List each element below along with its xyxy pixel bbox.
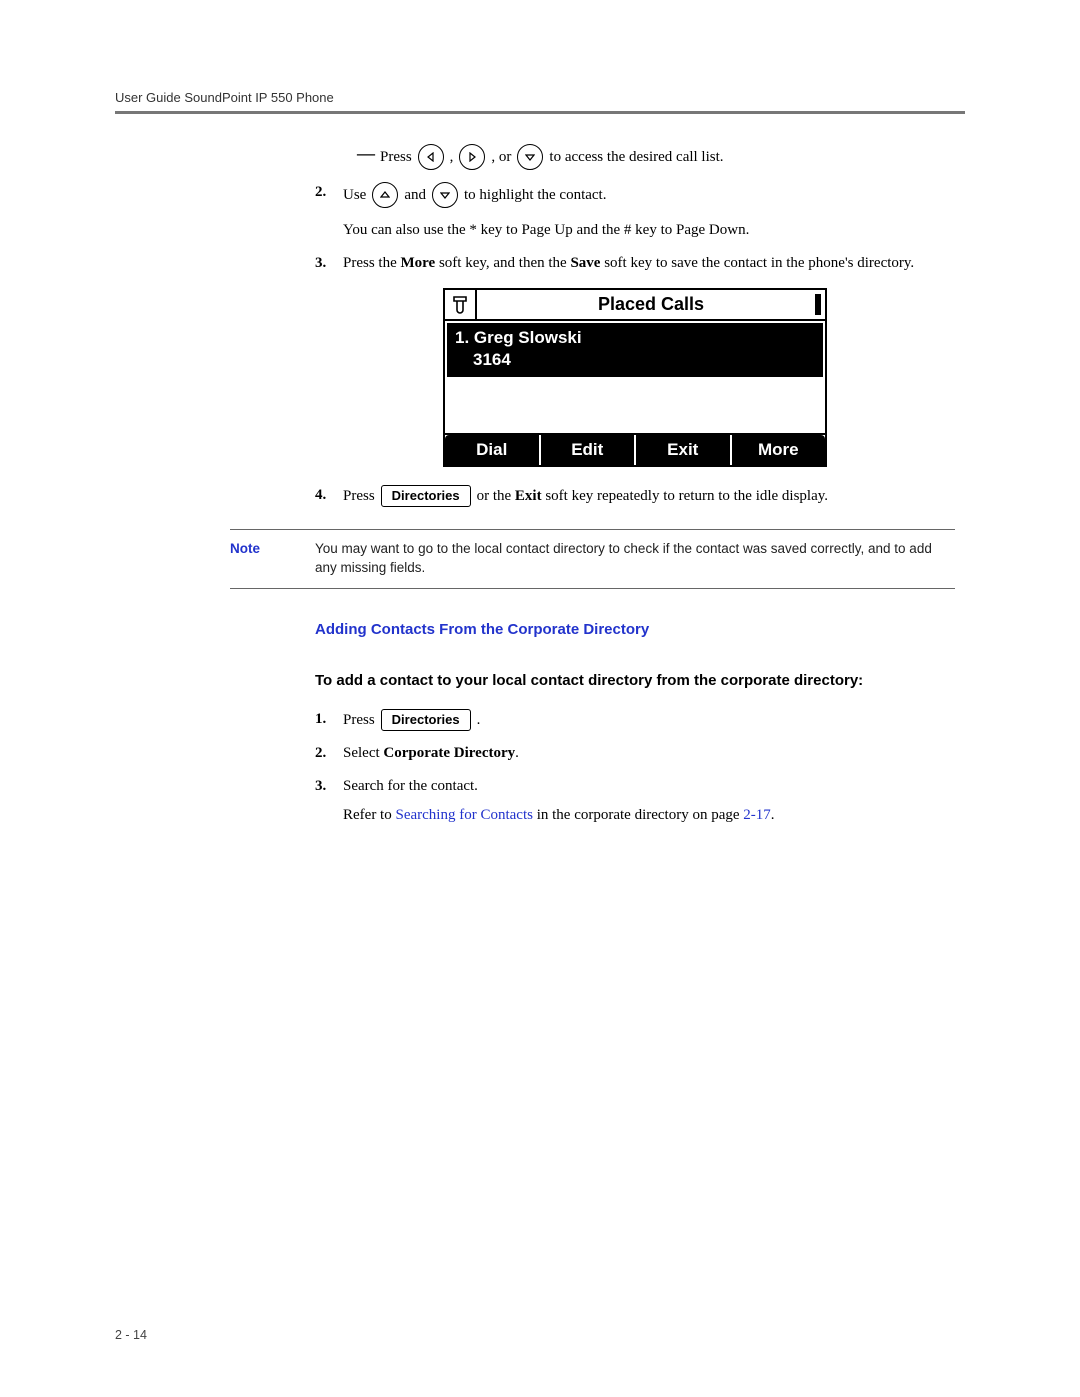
- text: Press: [380, 147, 412, 168]
- arrow-up-icon: [372, 182, 398, 208]
- header-rule: [115, 111, 965, 114]
- page-number: 2 - 14: [115, 1328, 147, 1342]
- step-number: 2.: [315, 182, 326, 203]
- note-block: Note You may want to go to the local con…: [230, 529, 955, 589]
- more-key: More: [401, 255, 436, 271]
- text: to access the desired call list.: [549, 147, 723, 168]
- text: Press: [343, 710, 375, 731]
- arrow-right-icon: [459, 144, 485, 170]
- text: , or: [491, 147, 511, 168]
- step-2: 2. Use and to highlight the contact.: [315, 182, 955, 208]
- step-number: 3.: [315, 253, 326, 274]
- step-number: 3.: [315, 776, 326, 797]
- phone-list-entry-selected: 1. Greg Slowski 3164: [447, 323, 823, 377]
- t: soft key, and then the: [435, 255, 570, 271]
- entry-name: 1. Greg Slowski: [455, 327, 815, 349]
- softkey-edit: Edit: [539, 435, 635, 465]
- t: or the: [477, 488, 515, 504]
- running-header: User Guide SoundPoint IP 550 Phone: [115, 90, 965, 105]
- t: soft key repeatedly to return to the idl…: [542, 488, 828, 504]
- directories-key: Directories: [381, 709, 471, 731]
- softkey-more: More: [730, 435, 826, 465]
- t: .: [515, 745, 519, 761]
- text: Use: [343, 185, 366, 206]
- page-ref[interactable]: 2-17: [743, 807, 771, 823]
- arrow-down-icon: [517, 144, 543, 170]
- phone-screen-body: 1. Greg Slowski 3164: [445, 321, 825, 433]
- t: .: [771, 807, 775, 823]
- page: User Guide SoundPoint IP 550 Phone — Pre…: [0, 0, 1080, 1397]
- ordered-steps-cont: 3. Press the More soft key, and then the…: [315, 253, 955, 274]
- subheading-adding-corporate: Adding Contacts From the Corporate Direc…: [315, 619, 955, 640]
- section2-steps: 1. Press Directories . 2. Select Corpora…: [315, 709, 955, 826]
- text: Search for the contact.: [343, 776, 955, 797]
- dash-bullet: —: [357, 146, 375, 160]
- step-3: 3. Press the More soft key, and then the…: [315, 253, 955, 274]
- text: to highlight the contact.: [464, 185, 606, 206]
- step-number: 1.: [315, 709, 326, 730]
- note-label: Note: [230, 540, 260, 559]
- ordered-steps-cont2: 4. Press Directories or the Exit soft ke…: [315, 485, 955, 507]
- main-content: — Press , , or to access the desired cal…: [315, 144, 955, 826]
- ordered-steps: 2. Use and to highlight the contact.: [315, 182, 955, 208]
- text: Press the More soft key, and then the Sa…: [343, 255, 914, 271]
- t: in the corporate directory on page: [533, 807, 743, 823]
- step-4: 4. Press Directories or the Exit soft ke…: [315, 485, 955, 507]
- text: Press: [343, 486, 375, 507]
- t: Refer to: [343, 807, 395, 823]
- directories-key: Directories: [381, 485, 471, 507]
- text: and: [404, 185, 426, 206]
- softkey-exit: Exit: [634, 435, 730, 465]
- s2-step-2: 2. Select Corporate Directory.: [315, 743, 955, 764]
- entry-number: 3164: [455, 349, 815, 371]
- phone-softkeys: Dial Edit Exit More: [445, 433, 825, 465]
- step-number: 4.: [315, 485, 326, 506]
- substep-press-arrows: — Press , , or to access the desired cal…: [315, 144, 955, 170]
- exit-key: Exit: [515, 488, 542, 504]
- step-2-note: You can also use the * key to Page Up an…: [343, 220, 955, 241]
- arrow-left-icon: [418, 144, 444, 170]
- s2-step-3: 3. Search for the contact. Refer to Sear…: [315, 776, 955, 826]
- phone-screen: Placed Calls 1. Greg Slowski 3164 Dial E…: [443, 288, 827, 467]
- softkey-dial: Dial: [445, 435, 539, 465]
- link-searching-contacts[interactable]: Searching for Contacts: [395, 807, 532, 823]
- arrow-down-icon: [432, 182, 458, 208]
- text: or the Exit soft key repeatedly to retur…: [477, 486, 828, 507]
- corporate-directory-label: Corporate Directory: [383, 745, 515, 761]
- save-key: Save: [570, 255, 600, 271]
- phone-screen-title: Placed Calls: [477, 290, 825, 319]
- s2-step-1: 1. Press Directories .: [315, 709, 955, 731]
- lead-in: To add a contact to your local contact d…: [315, 670, 955, 691]
- text: .: [477, 710, 481, 731]
- phone-titlebar: Placed Calls: [445, 290, 825, 321]
- text: Select Corporate Directory.: [343, 745, 519, 761]
- t: Select: [343, 745, 383, 761]
- t: soft key to save the contact in the phon…: [600, 255, 914, 271]
- note-text: You may want to go to the local contact …: [315, 541, 932, 575]
- text: ,: [450, 147, 454, 168]
- t: Press the: [343, 255, 401, 271]
- step-number: 2.: [315, 743, 326, 764]
- refer-line: Refer to Searching for Contacts in the c…: [343, 805, 955, 826]
- phone-handset-icon: [445, 290, 477, 319]
